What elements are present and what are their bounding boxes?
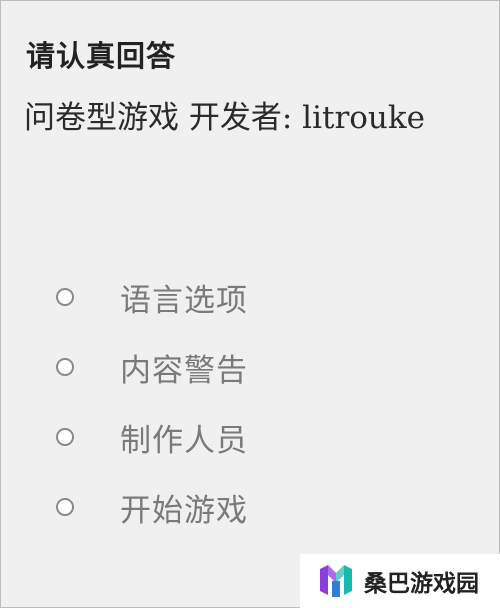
menu-item-language-options[interactable]: 语言选项 <box>56 262 416 332</box>
menu-item-label: 开始游戏 <box>120 492 248 529</box>
menu-item-credits[interactable]: 制作人员 <box>56 402 416 472</box>
menu-item-label: 制作人员 <box>120 422 248 459</box>
site-logo-icon <box>320 565 352 597</box>
menu-item-label: 语言选项 <box>120 282 248 319</box>
watermark-text: 桑巴游戏园 <box>364 571 479 597</box>
main-menu: 语言选项 内容警告 制作人员 开始游戏 <box>56 262 416 542</box>
radio-circle-icon[interactable] <box>56 288 74 306</box>
site-watermark: 桑巴游戏园 <box>300 554 500 608</box>
radio-circle-icon[interactable] <box>56 358 74 376</box>
menu-item-start-game[interactable]: 开始游戏 <box>56 472 416 542</box>
menu-item-content-warning[interactable]: 内容警告 <box>56 332 416 402</box>
page-subtitle: 问卷型游戏 开发者: litrouke <box>24 100 426 136</box>
radio-circle-icon[interactable] <box>56 428 74 446</box>
radio-circle-icon[interactable] <box>56 498 74 516</box>
menu-item-label: 内容警告 <box>120 352 248 389</box>
page-title: 请认真回答 <box>26 39 177 73</box>
